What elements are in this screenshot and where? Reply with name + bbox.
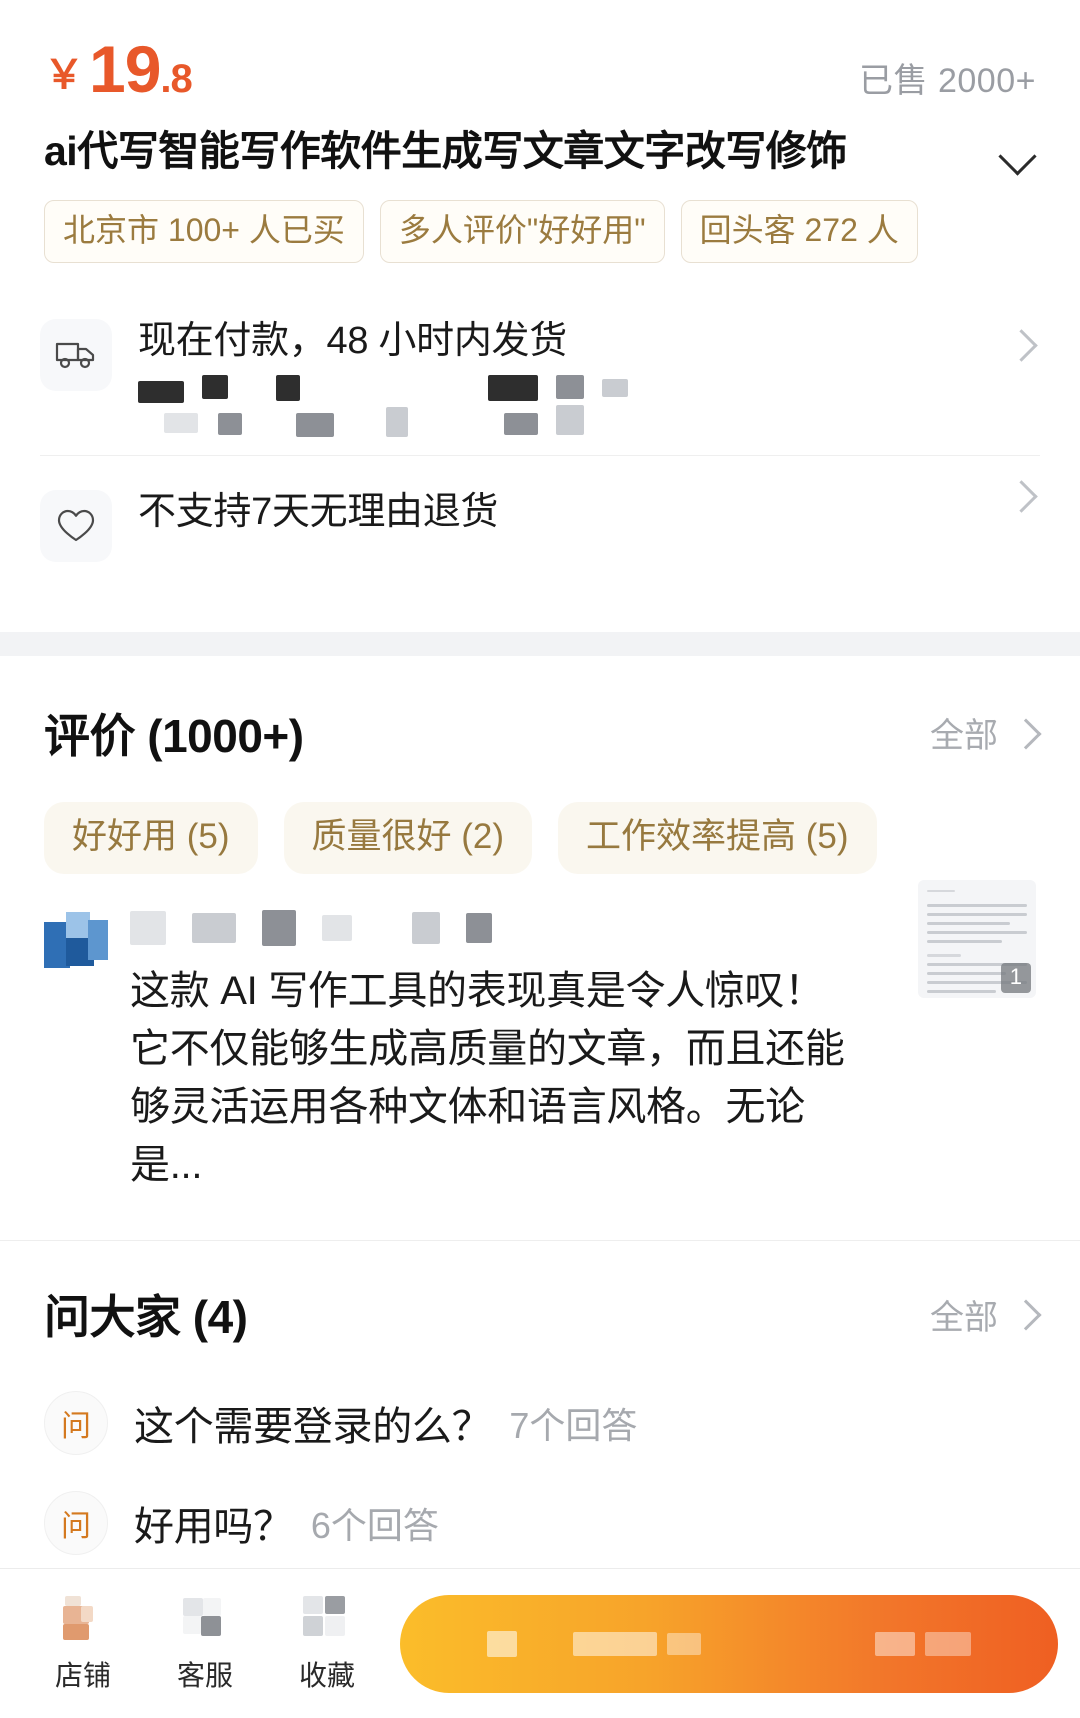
- product-tag-row: 北京市 100+ 人已买 多人评价"好好用" 回头客 272 人: [0, 176, 1080, 264]
- headset-icon: [177, 1594, 233, 1646]
- review-tag-chip[interactable]: 质量很好 (2): [283, 801, 533, 875]
- product-tag[interactable]: 多人评价"好好用": [379, 200, 665, 264]
- redacted-reviewer-name: [130, 904, 846, 952]
- qa-list: 问 这个需要登录的么？ 7个回答 问 好用吗？ 6个回答: [0, 1347, 1080, 1573]
- qa-row[interactable]: 问 这个需要登录的么？ 7个回答: [44, 1373, 1036, 1473]
- chevron-right-icon[interactable]: [1008, 331, 1036, 359]
- product-tag[interactable]: 回头客 272 人: [680, 200, 918, 264]
- service-row-return[interactable]: 不支持7天无理由退货: [40, 454, 1040, 592]
- service-title: 现在付款，48 小时内发货: [138, 320, 567, 363]
- qa-row[interactable]: 问 好用吗？ 6个回答: [44, 1473, 1036, 1573]
- qa-question: 好用吗？: [134, 1505, 293, 1550]
- price-group: ￥ 19 .8: [44, 32, 193, 106]
- service-row-shipping[interactable]: 现在付款，48 小时内发货: [40, 297, 1040, 454]
- chevron-right-icon: [1014, 1301, 1040, 1327]
- reviews-title: 评价 (1000+): [44, 709, 304, 762]
- currency-symbol: ￥: [44, 53, 84, 97]
- bottom-bar-label: 店铺: [54, 1659, 111, 1691]
- review-tag-chip[interactable]: 好好用 (5): [44, 801, 258, 875]
- review-thumbnail[interactable]: 1: [918, 880, 1036, 999]
- buy-now-button[interactable]: [400, 1594, 1058, 1693]
- truck-icon: [40, 319, 112, 392]
- redacted-button-label-left: [487, 1630, 701, 1657]
- service-card: 现在付款，48 小时内发货 不支持7天无理由退货: [40, 297, 1040, 591]
- thumbnail-count-badge: 1: [1000, 962, 1031, 994]
- qa-question: 这个需要登录的么？: [134, 1405, 492, 1450]
- shop-icon: [55, 1594, 111, 1646]
- qa-see-all-label: 全部: [930, 1298, 998, 1337]
- qa-see-all-button[interactable]: 全部: [930, 1290, 1040, 1339]
- product-tag[interactable]: 北京市 100+ 人已买: [44, 200, 364, 264]
- bottom-bar-item-service[interactable]: 客服: [144, 1594, 266, 1694]
- avatar: [44, 908, 108, 972]
- redacted-button-label-right: [875, 1631, 971, 1656]
- heart-icon: [40, 489, 112, 562]
- product-detail-page: ￥ 19 .8 已售 2000+ ai代写智能写作软件生成写文章文字改写修饰 北…: [0, 0, 1080, 1718]
- service-body: 现在付款，48 小时内发货: [112, 317, 1040, 437]
- bottom-bar-item-shop[interactable]: 店铺: [22, 1594, 144, 1694]
- chevron-right-icon: [1014, 720, 1040, 746]
- review-tag-chips: 好好用 (5) 质量很好 (2) 工作效率提高 (5): [0, 766, 1080, 875]
- reviews-section-header: 评价 (1000+) 全部: [0, 656, 1080, 766]
- sold-count: 已售 2000+: [859, 62, 1036, 100]
- price-decimal: .8: [160, 57, 192, 101]
- review-body: 这款 AI 写作工具的表现真是令人惊叹！它不仅能够生成高质量的文章，而且还能够灵…: [108, 904, 1036, 1194]
- chevron-right-icon[interactable]: [1008, 482, 1036, 510]
- reviews-see-all-label: 全部: [930, 717, 998, 756]
- qa-title: 问大家 (4): [44, 1291, 248, 1344]
- service-body: 不支持7天无理由退货: [112, 488, 1040, 537]
- price-integer: 19: [89, 32, 161, 106]
- review-text: 这款 AI 写作工具的表现真是令人惊叹！它不仅能够生成高质量的文章，而且还能够灵…: [130, 969, 845, 1188]
- reviews-see-all-button[interactable]: 全部: [930, 708, 1040, 757]
- qa-section-header: 问大家 (4) 全部: [0, 1241, 1080, 1347]
- review-item[interactable]: 这款 AI 写作工具的表现真是令人惊叹！它不仅能够生成高质量的文章，而且还能够灵…: [0, 874, 1080, 1194]
- question-badge-icon: 问: [44, 1491, 108, 1556]
- bottom-bar-item-favorite[interactable]: 收藏: [266, 1594, 388, 1694]
- redacted-shipping-detail-2: [138, 404, 1000, 437]
- page-title: ai代写智能写作软件生成写文章文字改写修饰: [44, 128, 847, 174]
- review-tag-chip[interactable]: 工作效率提高 (5): [558, 801, 877, 875]
- qa-answer-count: 6个回答: [310, 1505, 439, 1547]
- qa-answer-count: 7个回答: [509, 1405, 638, 1447]
- question-badge-icon: 问: [44, 1391, 108, 1456]
- bottom-action-bar: 店铺 客服 收藏: [0, 1568, 1080, 1718]
- chevron-down-icon[interactable]: [996, 132, 1040, 176]
- star-icon: [299, 1594, 355, 1646]
- section-divider-band: [0, 631, 1080, 656]
- price-block: ￥ 19 .8 已售 2000+: [0, 0, 1080, 104]
- bottom-bar-label: 客服: [176, 1659, 233, 1691]
- redacted-shipping-detail: [138, 374, 1000, 403]
- title-row[interactable]: ai代写智能写作软件生成写文章文字改写修饰: [0, 104, 1080, 176]
- service-title: 不支持7天无理由退货: [138, 490, 499, 533]
- bottom-bar-label: 收藏: [298, 1659, 355, 1691]
